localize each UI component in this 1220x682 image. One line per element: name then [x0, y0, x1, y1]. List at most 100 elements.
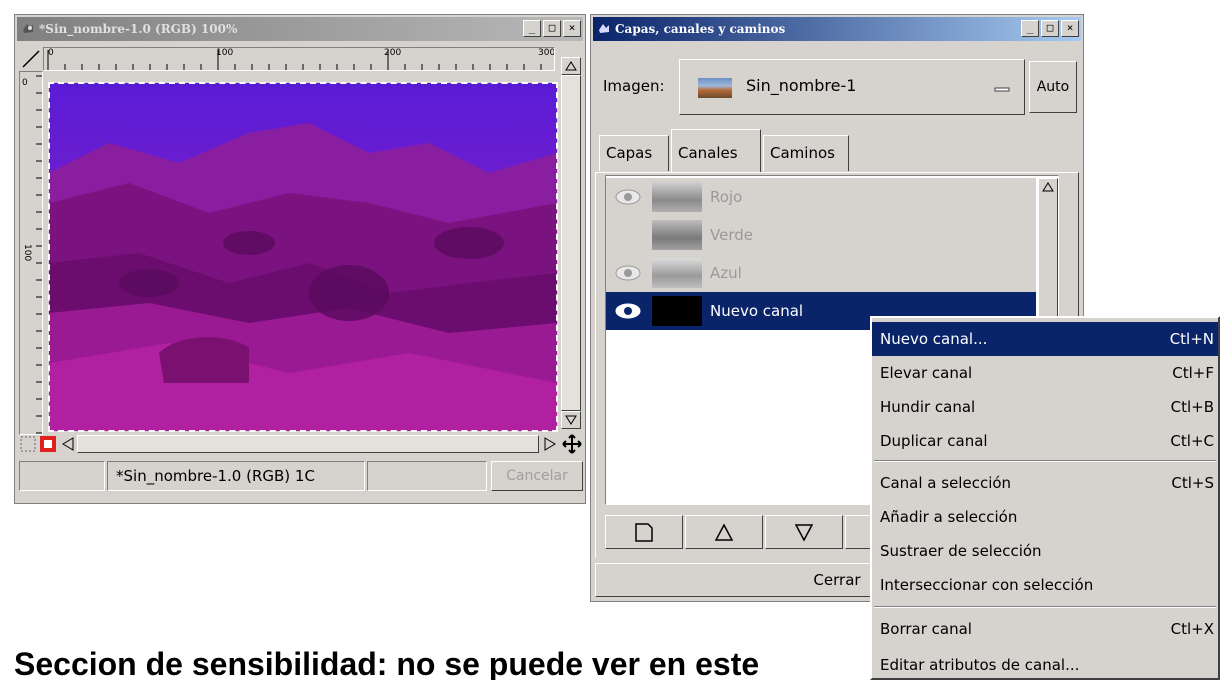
- horizontal-scrollbar[interactable]: [59, 435, 559, 453]
- horizontal-ruler[interactable]: 0 100 200 300: [43, 47, 555, 71]
- scroll-up-button[interactable]: [561, 57, 581, 75]
- menu-label: Hundir canal: [880, 398, 976, 416]
- image-label: Imagen:: [603, 77, 665, 95]
- menu-item-anadir-a-seleccion[interactable]: Añadir a selección: [872, 500, 1218, 534]
- menu-shortcut: Ctl+X: [1170, 620, 1214, 638]
- channel-row-rojo[interactable]: Rojo: [606, 178, 1036, 216]
- scroll-left-button[interactable]: [59, 435, 77, 453]
- menu-separator: [874, 606, 1216, 608]
- scroll-right-icon: [544, 437, 556, 451]
- image-thumbnail-icon: [698, 78, 732, 98]
- lower-channel-button[interactable]: [765, 515, 843, 549]
- image-selector-dropdown[interactable]: Sin_nombre-1: [679, 59, 1025, 115]
- menu-separator: [874, 460, 1216, 462]
- close-button[interactable]: ×: [563, 20, 581, 37]
- new-channel-button[interactable]: [605, 515, 683, 549]
- ruler-h-label-300: 300: [538, 48, 555, 58]
- image-canvas[interactable]: [48, 82, 558, 432]
- tab-canales-label: Canales: [678, 144, 738, 162]
- menu-item-borrar-canal[interactable]: Borrar canal Ctl+X: [872, 612, 1218, 646]
- tab-caminos-label: Caminos: [770, 144, 835, 162]
- menu-shortcut: Ctl+C: [1170, 432, 1214, 450]
- tab-caminos[interactable]: Caminos: [763, 135, 849, 171]
- quickmask-on-icon[interactable]: [39, 435, 57, 453]
- channel-row-verde[interactable]: Verde: [606, 216, 1036, 254]
- channel-thumbnail: [652, 220, 702, 250]
- visibility-eye-icon[interactable]: [614, 263, 642, 283]
- menu-label: Añadir a selección: [880, 508, 1018, 526]
- menu-shortcut: Ctl+S: [1171, 474, 1214, 492]
- scroll-thumb-horizontal[interactable]: [77, 435, 539, 453]
- vertical-ruler[interactable]: 0 100: [19, 71, 43, 435]
- menu-item-canal-a-seleccion[interactable]: Canal a selección Ctl+S: [872, 466, 1218, 500]
- ruler-h-label-200: 200: [384, 48, 402, 58]
- menu-item-elevar-canal[interactable]: Elevar canal Ctl+F: [872, 356, 1218, 390]
- menu-item-editar-atributos[interactable]: Editar atributos de canal...: [872, 648, 1218, 682]
- cancel-button[interactable]: Cancelar: [491, 461, 583, 491]
- scroll-up-icon: [565, 61, 577, 71]
- dialog-title: Capas, canales y caminos: [615, 22, 786, 36]
- arrow-down-icon: [794, 524, 814, 542]
- minimize-button[interactable]: _: [1021, 20, 1039, 37]
- scroll-left-icon: [62, 437, 74, 451]
- minimize-button[interactable]: _: [523, 20, 541, 37]
- ruler-corner[interactable]: [19, 47, 43, 71]
- ruler-corner-icon: [22, 50, 40, 68]
- arrow-up-icon: [714, 523, 734, 541]
- maximize-button[interactable]: □: [1041, 20, 1059, 37]
- menu-label: Elevar canal: [880, 364, 973, 382]
- tab-capas[interactable]: Capas: [599, 135, 669, 171]
- gimp-wilber-icon: [23, 24, 33, 33]
- visibility-eye-icon[interactable]: [614, 187, 642, 207]
- menu-label: Editar atributos de canal...: [880, 656, 1080, 674]
- auto-label: Auto: [1036, 79, 1070, 95]
- menu-item-duplicar-canal[interactable]: Duplicar canal Ctl+C: [872, 424, 1218, 458]
- auto-button[interactable]: Auto: [1029, 61, 1077, 113]
- ruler-h-label-0: 0: [48, 48, 54, 58]
- new-document-icon: [635, 523, 653, 542]
- scroll-up-icon: [1042, 182, 1054, 192]
- scroll-down-button[interactable]: [561, 411, 581, 429]
- menu-label: Borrar canal: [880, 620, 972, 638]
- menu-item-hundir-canal[interactable]: Hundir canal Ctl+B: [872, 390, 1218, 424]
- quickmask-off-icon[interactable]: [19, 435, 37, 453]
- menu-shortcut: Ctl+B: [1170, 398, 1214, 416]
- visibility-eye-icon[interactable]: [614, 301, 642, 321]
- channel-row-azul[interactable]: Azul: [606, 254, 1036, 292]
- ruler-v-label-0: 0: [22, 78, 28, 88]
- vertical-scrollbar[interactable]: [561, 57, 581, 431]
- navigate-icon[interactable]: [561, 433, 583, 455]
- close-button[interactable]: ×: [1061, 20, 1079, 37]
- image-window-titlebar[interactable]: *Sin_nombre-1.0 (RGB) 100% _ □ ×: [17, 17, 583, 41]
- close-dialog-label: Cerrar: [813, 571, 861, 589]
- menu-item-nuevo-canal[interactable]: Nuevo canal... Ctl+N: [872, 322, 1218, 356]
- raise-channel-button[interactable]: [685, 515, 763, 549]
- channel-name: Nuevo canal: [710, 302, 804, 320]
- menu-label: Canal a selección: [880, 474, 1012, 492]
- menu-item-interseccionar-con-seleccion[interactable]: Interseccionar con selección: [872, 568, 1218, 602]
- status-title-text: *Sin_nombre-1.0 (RGB) 1C: [116, 467, 315, 485]
- pointer-coords-field: [19, 461, 105, 491]
- gimp-wilber-icon: [599, 24, 609, 33]
- landscape-photo: [49, 83, 557, 431]
- horizontal-ruler-ticks: [47, 50, 542, 70]
- cancel-label: Cancelar: [506, 468, 568, 484]
- dialog-titlebar[interactable]: Capas, canales y caminos _ □ ×: [593, 17, 1081, 41]
- tab-canales[interactable]: Canales: [671, 129, 761, 173]
- channel-name: Rojo: [710, 188, 743, 206]
- tab-capas-label: Capas: [606, 144, 653, 162]
- menu-label: Sustraer de selección: [880, 542, 1042, 560]
- maximize-button[interactable]: □: [543, 20, 561, 37]
- menu-label: Nuevo canal...: [880, 330, 988, 348]
- menu-label: Interseccionar con selección: [880, 576, 1094, 594]
- channel-name: Azul: [710, 264, 742, 282]
- menu-item-sustraer-de-seleccion[interactable]: Sustraer de selección: [872, 534, 1218, 568]
- menu-shortcut: Ctl+F: [1172, 364, 1214, 382]
- channel-thumbnail: [652, 258, 702, 288]
- dropdown-arrow-icon: [994, 87, 1010, 92]
- ruler-v-label-100: 100: [22, 244, 32, 262]
- scroll-right-button[interactable]: [541, 435, 559, 453]
- scroll-thumb-vertical[interactable]: [561, 75, 581, 411]
- ruler-h-label-100: 100: [216, 48, 234, 58]
- progress-field: [367, 461, 487, 491]
